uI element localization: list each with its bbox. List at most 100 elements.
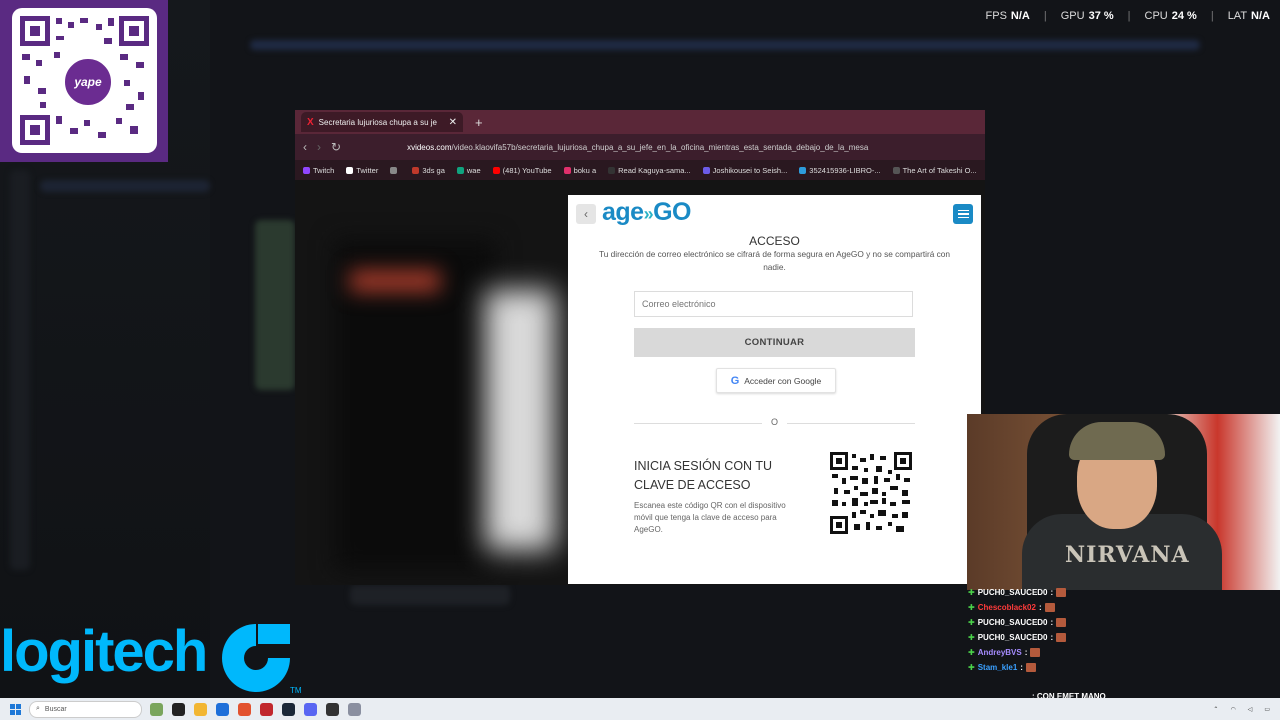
lat-label: LAT xyxy=(1227,10,1248,22)
background-blob xyxy=(350,585,510,605)
app-icon[interactable] xyxy=(260,702,273,716)
bookmark-item[interactable]: 352415936-LIBRO-... xyxy=(799,165,881,175)
chat-username[interactable]: PUCH0_SAUCED0 xyxy=(978,588,1048,597)
url-path: /video.klaovifa57b/secretaria_lujuriosa_… xyxy=(451,142,869,152)
system-tray: ⌃ ◠ ◁ ▭ xyxy=(1213,706,1270,713)
chat-message: ✚ PUCH0_SAUCED0: xyxy=(968,630,1168,645)
streamer-cap xyxy=(1069,422,1165,460)
bookmark-label: Twitch xyxy=(313,165,335,175)
logitech-wordmark: logitech xyxy=(0,619,208,684)
chat-username[interactable]: AndreyBVS xyxy=(978,648,1022,657)
gpu-value: 37 % xyxy=(1088,10,1114,22)
bookmark-item[interactable]: Read Kaguya-sama... xyxy=(608,166,691,175)
back-arrow-icon[interactable]: ‹ xyxy=(303,140,307,154)
bookmark-favicon-icon xyxy=(456,166,464,174)
chat-separator: : xyxy=(1050,633,1054,642)
obs-icon[interactable] xyxy=(326,702,339,716)
chat-message: ✚ PUCH0_SAUCED0: xyxy=(968,585,1168,600)
chat-username[interactable]: PUCH0_SAUCED0 xyxy=(978,633,1048,642)
emote-icon xyxy=(1025,663,1036,672)
taskbar-apps xyxy=(150,702,361,716)
reload-icon[interactable]: ↻ xyxy=(331,140,341,154)
chevron-up-icon[interactable]: ⌃ xyxy=(1213,706,1218,713)
fps-label: FPS xyxy=(985,10,1007,22)
taskbar-search[interactable]: ⌕ Buscar xyxy=(29,700,142,718)
back-chevron-icon[interactable]: ‹ xyxy=(576,204,596,224)
background-blob xyxy=(10,170,30,570)
chat-username[interactable]: Chescoblack02 xyxy=(978,603,1036,612)
bookmarks-bar: Twitch Twitter 3ds ga wae (481) YouTube boku … xyxy=(295,160,985,180)
chevron-right-icon: » xyxy=(643,204,654,224)
task-view-icon[interactable] xyxy=(172,702,185,716)
badge-icon: ✚ xyxy=(968,618,975,627)
bookmark-item[interactable]: wae xyxy=(456,165,481,175)
bookmark-label: 352415936-LIBRO-... xyxy=(809,165,881,175)
bookmark-favicon-icon xyxy=(346,166,354,174)
x-favicon-icon: X xyxy=(307,116,314,128)
badge-icon: ✚ xyxy=(968,663,975,672)
continue-button[interactable]: CONTINUAR xyxy=(634,328,915,357)
windows-taskbar: ⌕ Buscar ⌃ ◠ ◁ ▭ xyxy=(0,698,1280,720)
tab-title: Secretaria lujuriosa chupa a su je xyxy=(318,117,437,127)
agego-logo-left: age xyxy=(602,198,644,226)
logitech-g-logo xyxy=(222,624,290,692)
settings-icon[interactable] xyxy=(348,702,361,716)
badge-icon: ✚ xyxy=(968,633,975,642)
webcam-feed: NIRVANA xyxy=(967,414,1280,590)
widget-icon[interactable] xyxy=(150,702,163,716)
chat-username[interactable]: PUCH0_SAUCED0 xyxy=(978,618,1048,627)
windows-start-icon[interactable] xyxy=(10,703,21,715)
emote-icon xyxy=(1044,603,1055,612)
email-field[interactable] xyxy=(634,291,913,317)
browser-tab[interactable]: X Secretaria lujuriosa chupa a su je ✕ xyxy=(301,112,463,132)
bookmark-label: Joshikousei to Seish... xyxy=(712,165,788,175)
file-explorer-icon[interactable] xyxy=(194,702,207,716)
browser-tabbar: X Secretaria lujuriosa chupa a su je ✕ + xyxy=(295,110,985,134)
search-placeholder: Buscar xyxy=(44,705,67,713)
hamburger-menu-icon[interactable] xyxy=(953,204,973,224)
yape-qr-panel: yape xyxy=(0,0,168,162)
bookmark-item[interactable]: Twitter xyxy=(346,166,378,175)
bookmark-favicon-icon xyxy=(563,166,571,174)
store-icon[interactable] xyxy=(216,702,229,716)
shirt-print: NIRVANA xyxy=(1065,542,1190,568)
battery-icon[interactable]: ▭ xyxy=(1264,706,1270,713)
bookmark-item[interactable]: 3ds ga xyxy=(412,166,445,175)
bookmark-favicon-icon xyxy=(892,166,900,174)
forward-arrow-icon[interactable]: › xyxy=(317,140,321,154)
background-blob xyxy=(40,180,210,192)
url-field[interactable]: xvideos.com/video.klaovifa57b/secretaria… xyxy=(407,143,868,152)
steam-icon[interactable] xyxy=(282,702,295,716)
bookmark-label: wae xyxy=(466,165,481,175)
bookmark-favicon-icon xyxy=(608,166,616,174)
chat-username[interactable]: Stam_kle1 xyxy=(978,663,1018,672)
yape-logo-badge: yape xyxy=(62,56,114,108)
bookmark-favicon-icon xyxy=(303,166,310,174)
google-signin-button[interactable]: G Acceder con Google xyxy=(716,368,836,393)
cpu-label: CPU xyxy=(1144,10,1168,22)
close-icon[interactable]: ✕ xyxy=(449,117,457,128)
cpu-value: 24 % xyxy=(1171,10,1197,22)
bookmark-item[interactable] xyxy=(390,166,400,174)
bookmark-item[interactable]: (481) YouTube xyxy=(492,166,552,175)
bookmark-item[interactable]: The Art of Takeshi O... xyxy=(892,166,977,175)
bookmark-item[interactable]: boku a xyxy=(563,166,596,175)
discord-icon[interactable] xyxy=(304,702,317,716)
bookmark-label: 3ds ga xyxy=(422,165,445,175)
chat-message: ✚ PUCH0_SAUCED0: xyxy=(968,615,1168,630)
bookmark-favicon-icon xyxy=(412,166,420,174)
passkey-description: Escanea este código QR con el dispositiv… xyxy=(634,501,786,534)
google-signin-label: Acceder con Google xyxy=(744,375,822,386)
bookmark-item[interactable]: Twitch xyxy=(303,166,334,175)
volume-icon[interactable]: ◁ xyxy=(1248,706,1253,713)
bookmark-item[interactable]: Joshikousei to Seish... xyxy=(702,165,788,175)
chat-separator: : xyxy=(1020,663,1023,672)
passkey-title: INICIA SESIÓN CON TU CLAVE DE ACCESO xyxy=(634,459,772,492)
chat-message: ✚ Stam_kle1: xyxy=(968,660,1168,675)
wifi-icon[interactable]: ◠ xyxy=(1230,706,1235,713)
new-tab-icon[interactable]: + xyxy=(475,115,483,130)
modal-subtitle: Tu dirección de correo electrónico se ci… xyxy=(598,249,951,272)
chat-separator: : xyxy=(1050,588,1054,597)
stream-chat: ✚ PUCH0_SAUCED0: ✚ Chescoblack02: ✚ PUCH0_SAU… xyxy=(968,585,1168,675)
brave-icon[interactable] xyxy=(238,702,251,716)
